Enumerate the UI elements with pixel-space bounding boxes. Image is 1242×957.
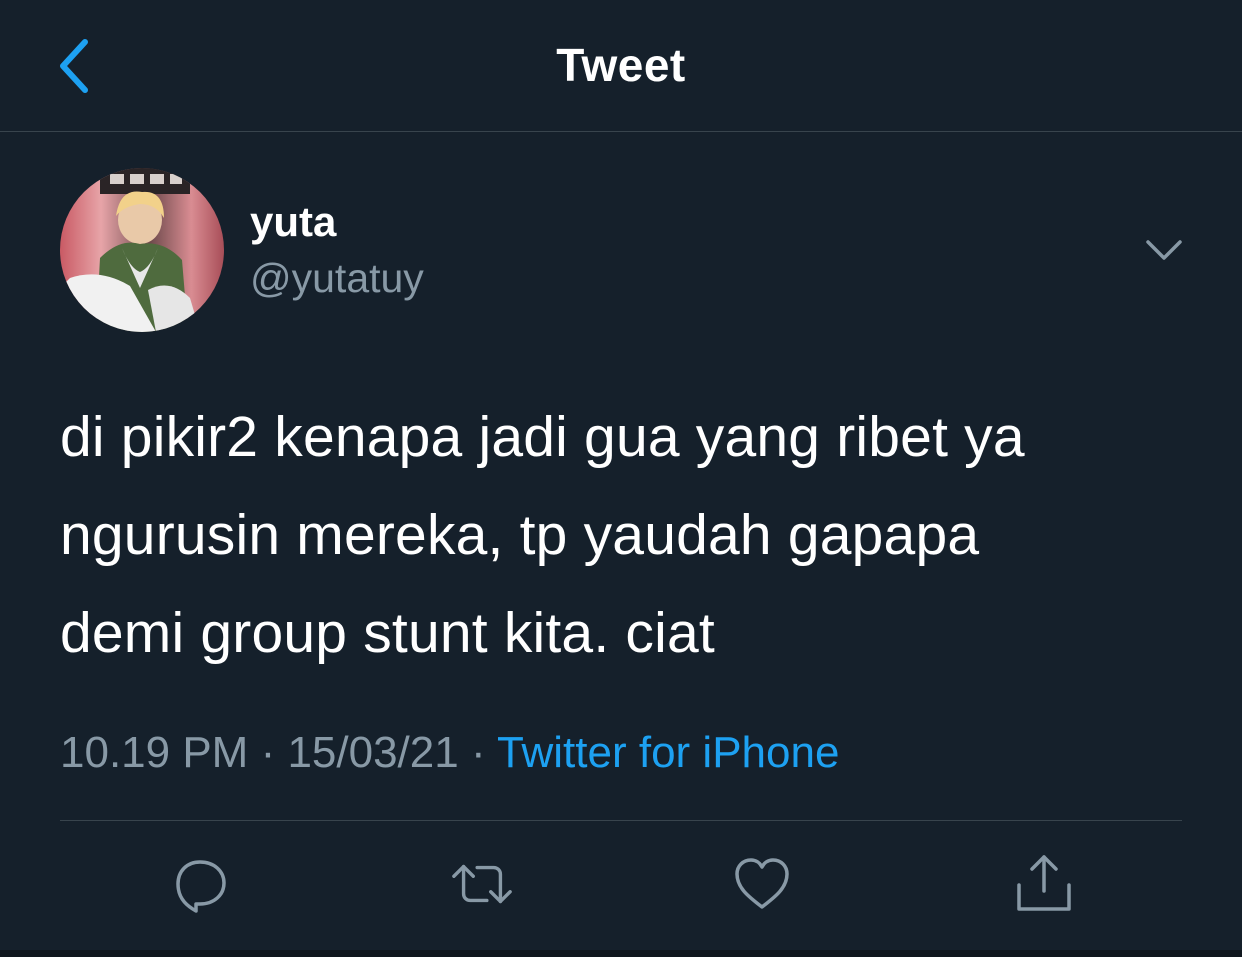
tweet-text-line: ngurusin mereka, tp yaudah gapapa (60, 503, 980, 567)
author-name[interactable]: yuta (250, 198, 336, 246)
retweet-icon (452, 864, 512, 904)
bottom-edge (0, 950, 1242, 957)
like-button[interactable] (730, 852, 794, 916)
tweet-meta: 10.19 PM · 15/03/21 · Twitter for iPhone (60, 728, 839, 778)
top-bar: Tweet (0, 0, 1242, 132)
reply-button[interactable] (168, 852, 232, 916)
chevron-down-icon (1146, 240, 1182, 260)
heart-icon (735, 858, 789, 909)
retweet-button[interactable] (450, 852, 514, 916)
share-icon (1017, 855, 1071, 911)
tweet-time: 10.19 PM (60, 728, 249, 777)
meta-separator: · (458, 728, 498, 777)
share-button[interactable] (1012, 852, 1076, 916)
avatar-image (60, 168, 224, 332)
author-handle: @yutatuy (250, 255, 424, 301)
tweet-text-line: demi group stunt kita. ciat (60, 601, 715, 665)
avatar[interactable] (60, 168, 224, 332)
reply-icon (176, 860, 226, 913)
tweet-text: di pikir2 kenapa jadi gua yang ribet ya … (60, 388, 1190, 682)
tweet-text-line: di pikir2 kenapa jadi gua yang ribet ya (60, 405, 1025, 469)
divider (60, 820, 1182, 821)
tweet-source-link[interactable]: Twitter for iPhone (497, 728, 839, 777)
page-title: Tweet (556, 39, 686, 91)
tweet-date: 15/03/21 (287, 728, 459, 777)
meta-separator: · (248, 728, 288, 777)
more-options-button[interactable] (1140, 230, 1188, 270)
